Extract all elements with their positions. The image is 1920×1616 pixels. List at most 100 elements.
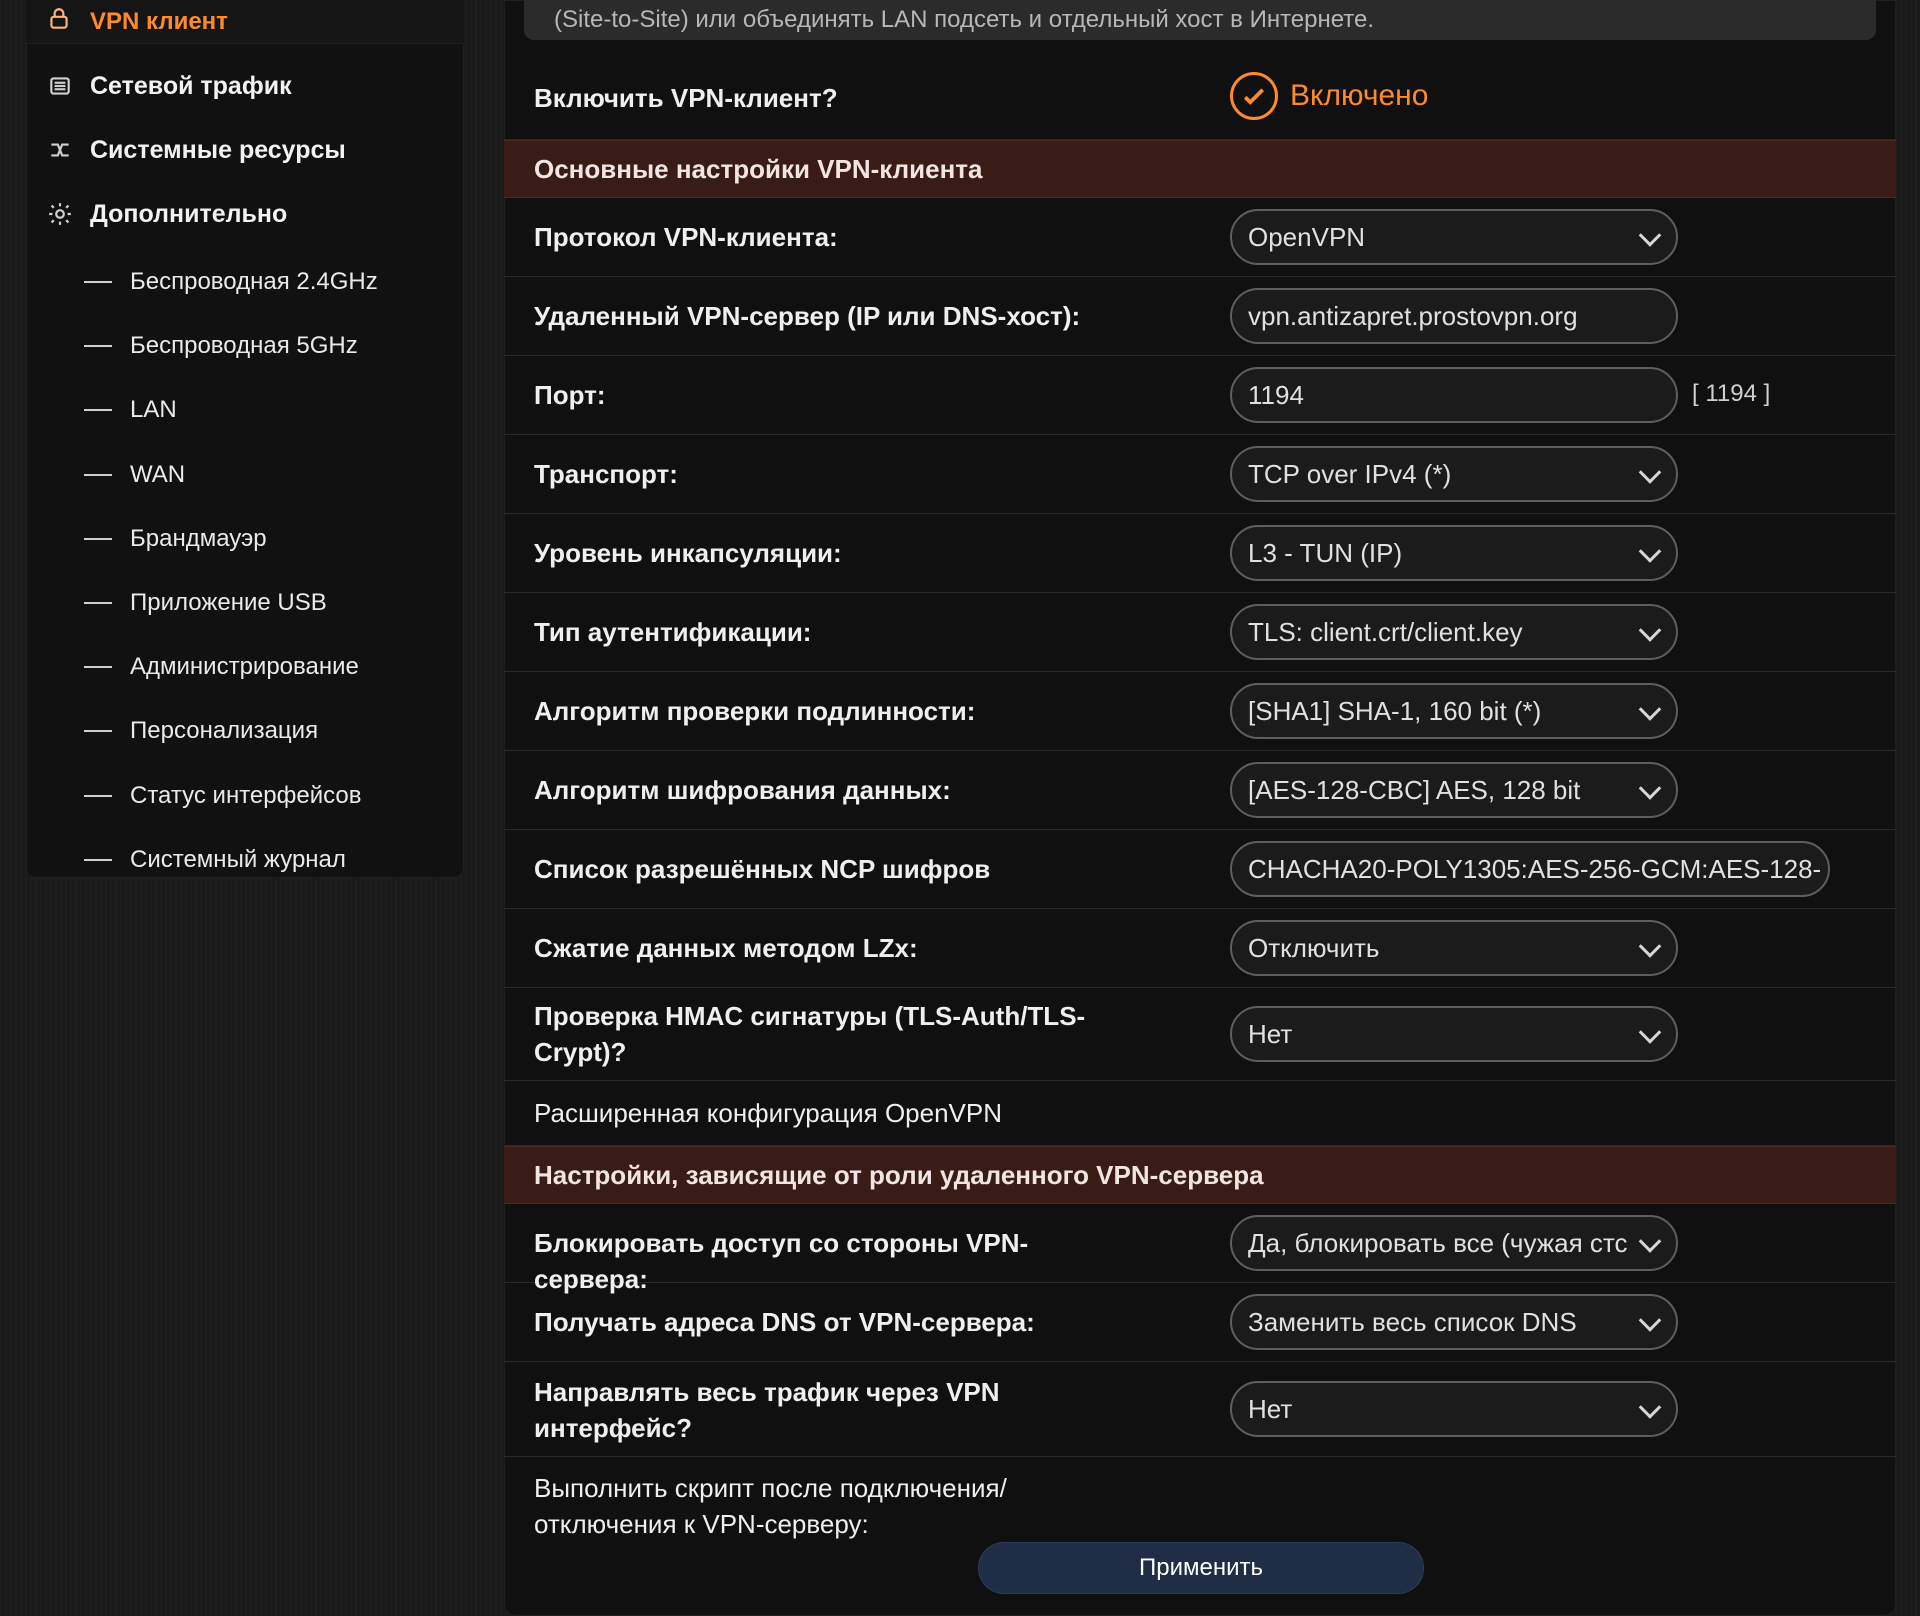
sidebar-subitem[interactable]: Брандмауэр: [26, 507, 464, 571]
check-circle-icon: [1230, 72, 1278, 120]
field-label: Направлять весь трафик через VPN интерфе…: [534, 1377, 1000, 1443]
field-row: Тип аутентификации: TLS: client.crt/clie…: [504, 593, 1896, 672]
enable-row: Включить VPN-клиент? Включено: [504, 60, 1896, 140]
field-row: Порт: 1194 [ 1194 ]: [504, 356, 1896, 435]
auth-type-select[interactable]: TLS: client.crt/client.key: [1230, 604, 1678, 660]
sidebar-subitem-label: WAN: [130, 460, 186, 488]
transport-select[interactable]: TCP over IPv4 (*): [1230, 446, 1678, 502]
sidebar-item-system-resources[interactable]: Системные ресурсы: [26, 118, 464, 182]
sidebar-item-label: VPN клиент: [90, 7, 228, 35]
field-label: Алгоритм шифрования данных:: [534, 775, 951, 805]
advanced-config-link[interactable]: Расширенная конфигурация OpenVPN: [534, 1095, 1002, 1131]
list-icon: [46, 72, 74, 100]
sidebar-subitem-label: Статус интерфейсов: [130, 781, 362, 809]
field-row: Блокировать доступ со стороны VPN-сервер…: [504, 1204, 1896, 1294]
chevron-down-icon: [1638, 1309, 1662, 1332]
chevron-down-icon: [1638, 777, 1662, 800]
sidebar-subitem-label: Администрирование: [130, 653, 359, 681]
script-label: Выполнить скрипт после подключения/отклю…: [534, 1473, 1007, 1539]
enable-label: Включить VPN-клиент?: [534, 83, 838, 113]
field-label: Протокол VPN-клиента:: [534, 222, 838, 252]
compression-select[interactable]: Отключить: [1230, 920, 1678, 976]
section-title-role: Настройки, зависящие от роли удаленного …: [504, 1146, 1896, 1204]
chevron-down-icon: [1638, 619, 1662, 642]
section-title-basic: Основные настройки VPN-клиента: [504, 140, 1896, 198]
field-label: Уровень инкапсуляции:: [534, 538, 842, 568]
field-row: Протокол VPN-клиента: OpenVPN: [504, 198, 1896, 277]
chevron-down-icon: [1638, 540, 1662, 563]
sidebar-subitem[interactable]: Администрирование: [26, 635, 464, 699]
sidebar-subitem[interactable]: Системный журнал: [26, 828, 464, 892]
protocol-select[interactable]: OpenVPN: [1230, 209, 1678, 265]
port-hint: [ 1194 ]: [1692, 380, 1771, 407]
sidebar-subitem-label: Системный журнал: [130, 845, 346, 873]
sidebar-subitem-label: Брандмауэр: [130, 524, 267, 552]
field-row: Список разрешённых NCP шифров CHACHA20-P…: [504, 830, 1896, 909]
field-label: Транспорт:: [534, 459, 678, 489]
block-access-select[interactable]: Да, блокировать все (чужая стс: [1230, 1215, 1678, 1271]
sidebar-subitem[interactable]: Беспроводная 2.4GHz: [26, 250, 464, 314]
field-label: Список разрешённых NCP шифров: [534, 854, 991, 884]
chevron-down-icon: [1638, 698, 1662, 721]
enable-value: Включено: [1290, 79, 1429, 112]
field-label: Проверка HMAC сигнатуры (TLS-Auth/TLS-Cr…: [534, 1001, 1086, 1067]
field-row: Уровень инкапсуляции: L3 - TUN (IP): [504, 514, 1896, 593]
field-row: Алгоритм шифрования данных: [AES-128-CBC…: [504, 751, 1896, 830]
hmac-select[interactable]: Нет: [1230, 1006, 1678, 1062]
sidebar-subitem-label: Приложение USB: [130, 589, 327, 617]
field-row: Удаленный VPN-сервер (IP или DNS-хост): …: [504, 277, 1896, 356]
remote-server-input[interactable]: vpn.antizapret.prostovpn.org: [1230, 288, 1678, 344]
lock-icon: [46, 6, 72, 37]
sidebar-item-network-traffic[interactable]: Сетевой трафик: [26, 54, 464, 118]
field-row: Алгоритм проверки подлинности: [SHA1] SH…: [504, 672, 1896, 751]
sidebar-subitem-label: Беспроводная 5GHz: [130, 332, 358, 360]
field-row: Сжатие данных методом LZx: Отключить: [504, 909, 1896, 988]
apply-button[interactable]: Применить: [978, 1542, 1424, 1594]
field-label: Алгоритм проверки подлинности:: [534, 696, 976, 726]
sidebar-item-label: Системные ресурсы: [90, 135, 346, 164]
field-row: Получать адреса DNS от VPN-сервера: Заме…: [504, 1283, 1896, 1362]
encapsulation-select[interactable]: L3 - TUN (IP): [1230, 525, 1678, 581]
auth-alg-select[interactable]: [SHA1] SHA-1, 160 bit (*): [1230, 683, 1678, 739]
sidebar-item-label: Сетевой трафик: [90, 71, 292, 100]
field-label: Сжатие данных методом LZx:: [534, 933, 918, 963]
ncp-ciphers-input[interactable]: CHACHA20-POLY1305:AES-256-GCM:AES-128-: [1230, 841, 1830, 897]
field-label: Получать адреса DNS от VPN-сервера:: [534, 1307, 1035, 1337]
chevron-down-icon: [1638, 461, 1662, 484]
sidebar-item-label: Дополнительно: [90, 199, 288, 228]
sidebar-subitem[interactable]: Статус интерфейсов: [26, 764, 464, 828]
field-label: Тип аутентификации:: [534, 617, 812, 647]
field-label: Порт:: [534, 380, 606, 410]
chevron-down-icon: [1638, 935, 1662, 958]
dns-select[interactable]: Заменить весь список DNS: [1230, 1294, 1678, 1350]
sidebar-subitem-label: Персонализация: [130, 717, 319, 745]
sidebar-subitem[interactable]: Приложение USB: [26, 571, 464, 635]
script-row: Выполнить скрипт после подключения/отклю…: [504, 1457, 1896, 1539]
chevron-down-icon: [1638, 1230, 1662, 1253]
sidebar-subitem[interactable]: Беспроводная 5GHz: [26, 314, 464, 378]
cipher-select[interactable]: [AES-128-CBC] AES, 128 bit: [1230, 762, 1678, 818]
field-label: Удаленный VPN-сервер (IP или DNS-хост):: [534, 301, 1081, 331]
sidebar-subitem[interactable]: WAN: [26, 443, 464, 507]
route-all-select[interactable]: Нет: [1230, 1381, 1678, 1437]
sidebar-item-vpn-client[interactable]: VPN клиент: [26, 0, 464, 44]
field-row: Направлять весь трафик через VPN интерфе…: [504, 1362, 1896, 1457]
sidebar-subitem[interactable]: Персонализация: [26, 699, 464, 763]
port-input[interactable]: 1194: [1230, 367, 1678, 423]
enable-toggle[interactable]: Включено: [1230, 72, 1428, 120]
content-panel: (Site-to-Site) или объединять LAN подсет…: [504, 0, 1896, 1616]
sidebar-subitem[interactable]: LAN: [26, 378, 464, 442]
sidebar-subitem-label: Беспроводная 2.4GHz: [130, 268, 378, 296]
intro-text: (Site-to-Site) или объединять LAN подсет…: [524, 0, 1876, 40]
gear-icon: [46, 200, 74, 228]
field-row: Проверка HMAC сигнатуры (TLS-Auth/TLS-Cr…: [504, 988, 1896, 1081]
chevron-down-icon: [1638, 1021, 1662, 1044]
sidebar: VPN клиент Сетевой трафик Системные ресу…: [26, 0, 464, 878]
field-row: Транспорт: TCP over IPv4 (*): [504, 435, 1896, 514]
chevron-down-icon: [1638, 1396, 1662, 1419]
chevron-down-icon: [1638, 224, 1662, 247]
shuffle-icon: [46, 136, 74, 164]
sidebar-subitem-label: LAN: [130, 396, 177, 424]
sidebar-item-advanced[interactable]: Дополнительно: [26, 182, 464, 246]
advanced-config-row[interactable]: Расширенная конфигурация OpenVPN: [504, 1081, 1896, 1146]
